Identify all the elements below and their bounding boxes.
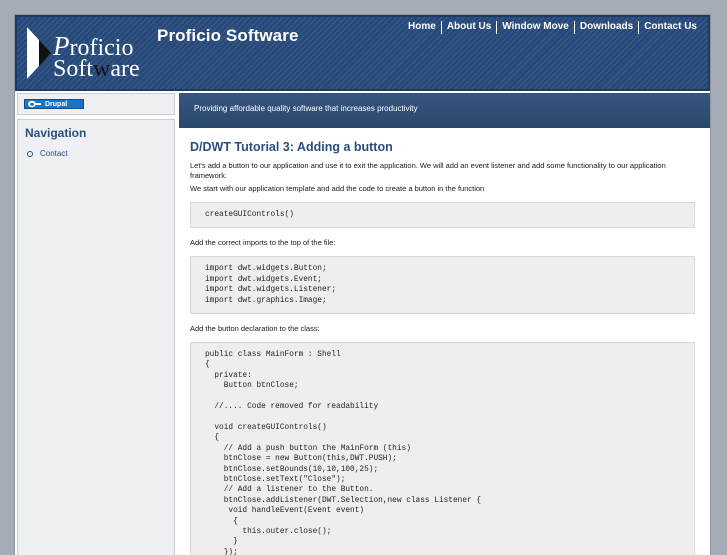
paragraph: Add the button declaration to the class:: [190, 324, 320, 334]
main-content: D/DWT Tutorial 3: Adding a button Let's …: [190, 137, 695, 555]
top-navigation: Home About Us Window Move Downloads Cont…: [403, 20, 702, 34]
navigation-block: Navigation Contact: [17, 119, 175, 555]
logo-arrow-icon: [27, 27, 51, 79]
site-header: Proficio Software Proficio Software Home…: [15, 15, 710, 91]
navigation-title: Navigation: [25, 126, 87, 140]
site-slogan: Providing affordable quality software th…: [194, 104, 418, 113]
sidebar-item-contact[interactable]: Contact: [27, 149, 174, 158]
nav-contact-us[interactable]: Contact Us: [639, 20, 702, 34]
page-title: D/DWT Tutorial 3: Adding a button: [190, 140, 393, 154]
nav-about-us[interactable]: About Us: [442, 20, 496, 34]
logo-text-software: Software: [53, 56, 140, 82]
page: Proficio Software Proficio Software Home…: [15, 15, 710, 555]
nav-home[interactable]: Home: [403, 20, 441, 34]
code-block: public class MainForm : Shell { private:…: [190, 342, 695, 555]
nav-window-move[interactable]: Window Move: [497, 20, 574, 34]
drupal-drop-icon: [28, 100, 41, 108]
drupal-badge[interactable]: Drupal: [24, 99, 84, 109]
powered-by-block: Drupal: [17, 93, 175, 115]
code-block: import dwt.widgets.Button; import dwt.wi…: [190, 256, 695, 315]
intro-paragraph: Let's add a button to our application an…: [190, 161, 666, 180]
paragraph: We start with our application template a…: [190, 184, 485, 193]
sidebar-item-label: Contact: [40, 149, 68, 158]
site-logo[interactable]: Proficio Software: [25, 23, 155, 85]
slogan-bar: Providing affordable quality software th…: [179, 93, 710, 128]
drupal-badge-label: Drupal: [45, 100, 68, 108]
bullet-icon: [27, 150, 33, 157]
sidebar: Drupal Navigation Contact: [17, 93, 175, 555]
site-name[interactable]: Proficio Software: [157, 26, 299, 46]
code-block: createGUIControls(): [190, 202, 695, 229]
paragraph: Add the correct imports to the top of th…: [190, 238, 336, 248]
nav-downloads[interactable]: Downloads: [575, 20, 638, 34]
